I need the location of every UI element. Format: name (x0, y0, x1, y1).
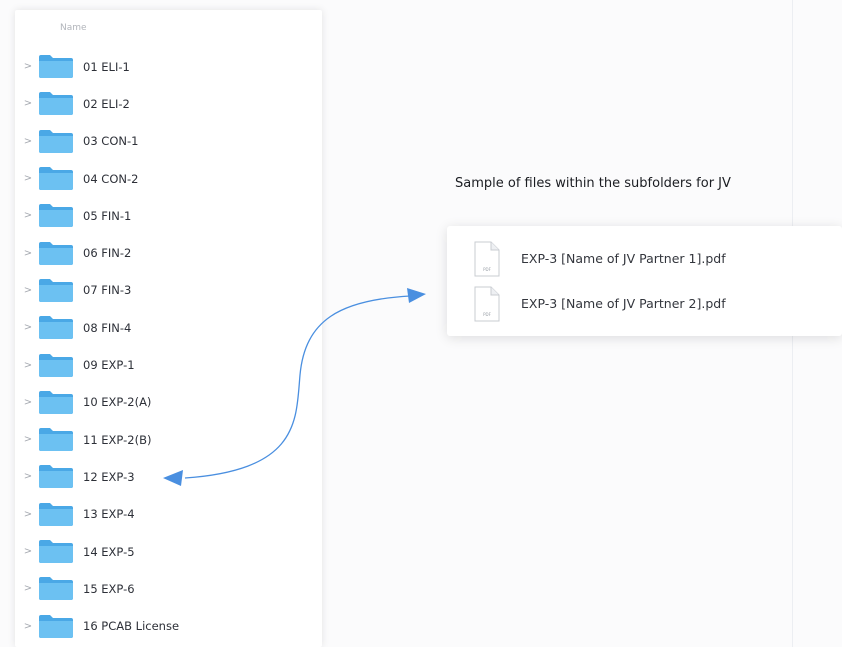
folder-row[interactable]: > 06 FIN-2 (15, 234, 322, 271)
file-name: EXP-3 [Name of JV Partner 2].pdf (521, 296, 726, 311)
folder-row[interactable]: > 15 EXP-6 (15, 570, 322, 607)
pdf-icon-text: PDF (483, 312, 491, 317)
folder-name: 01 ELI-1 (83, 59, 130, 74)
folder-row[interactable]: > 05 FIN-1 (15, 197, 322, 234)
chevron-right-icon[interactable]: > (18, 621, 38, 632)
sample-files-title: Sample of files within the subfolders fo… (455, 176, 731, 191)
chevron-right-icon[interactable]: > (18, 173, 38, 184)
folder-name: 11 EXP-2(B) (83, 432, 152, 447)
chevron-right-icon[interactable]: > (18, 509, 38, 520)
folder-row[interactable]: > 09 EXP-1 (15, 346, 322, 383)
folder-icon (38, 166, 74, 191)
folder-icon (38, 203, 74, 228)
file-name: EXP-3 [Name of JV Partner 1].pdf (521, 251, 726, 266)
folder-icon (38, 315, 74, 340)
chevron-right-icon[interactable]: > (18, 471, 38, 482)
folder-row[interactable]: > 13 EXP-4 (15, 496, 322, 533)
folder-row[interactable]: > 07 FIN-3 (15, 272, 322, 309)
folder-name: 12 EXP-3 (83, 469, 135, 484)
folder-row[interactable]: > 14 EXP-5 (15, 533, 322, 570)
folder-name: 02 ELI-2 (83, 96, 130, 111)
folder-name: 16 PCAB License (83, 619, 180, 634)
folder-icon (38, 464, 74, 489)
name-column-header[interactable]: Name (60, 23, 87, 33)
folder-icon (38, 427, 74, 452)
folder-name: 15 EXP-6 (83, 581, 135, 596)
file-list: PDF EXP-3 [Name of JV Partner 1].pdf PDF… (447, 236, 842, 326)
chevron-right-icon[interactable]: > (18, 322, 38, 333)
finder-list-panel: Name > 01 ELI-1 > 02 ELI-2 > 03 CON-1 > … (15, 10, 322, 647)
folder-name: 04 CON-2 (83, 171, 139, 186)
folder-name: 05 FIN-1 (83, 208, 132, 223)
folder-icon (38, 390, 74, 415)
folder-icon (38, 576, 74, 601)
chevron-right-icon[interactable]: > (18, 360, 38, 371)
folder-row[interactable]: > 03 CON-1 (15, 123, 322, 160)
folder-name: 06 FIN-2 (83, 246, 132, 261)
sample-files-panel: PDF EXP-3 [Name of JV Partner 1].pdf PDF… (447, 226, 842, 336)
folder-icon (38, 129, 74, 154)
folder-name: 13 EXP-4 (83, 507, 135, 522)
folder-name: 14 EXP-5 (83, 544, 135, 559)
folder-name: 07 FIN-3 (83, 283, 132, 298)
folder-icon (38, 502, 74, 527)
pdf-document-icon: PDF (469, 285, 503, 323)
folder-icon (38, 353, 74, 378)
chevron-right-icon[interactable]: > (18, 397, 38, 408)
folder-row[interactable]: > 11 EXP-2(B) (15, 421, 322, 458)
chevron-right-icon[interactable]: > (18, 546, 38, 557)
chevron-right-icon[interactable]: > (18, 61, 38, 72)
folder-icon (38, 241, 74, 266)
folder-icon (38, 614, 74, 639)
chevron-right-icon[interactable]: > (18, 210, 38, 221)
chevron-right-icon[interactable]: > (18, 285, 38, 296)
pdf-icon-text: PDF (483, 267, 491, 272)
folder-row[interactable]: > 02 ELI-2 (15, 85, 322, 122)
folder-icon (38, 54, 74, 79)
chevron-right-icon[interactable]: > (18, 248, 38, 259)
folder-name: 08 FIN-4 (83, 320, 132, 335)
chevron-right-icon[interactable]: > (18, 583, 38, 594)
chevron-right-icon[interactable]: > (18, 434, 38, 445)
folder-row[interactable]: > 01 ELI-1 (15, 48, 322, 85)
chevron-right-icon[interactable]: > (18, 136, 38, 147)
folder-icon (38, 278, 74, 303)
folder-row[interactable]: > 08 FIN-4 (15, 309, 322, 346)
folder-row[interactable]: > 10 EXP-2(A) (15, 384, 322, 421)
folder-list: > 01 ELI-1 > 02 ELI-2 > 03 CON-1 > 04 CO… (15, 48, 322, 645)
file-row[interactable]: PDF EXP-3 [Name of JV Partner 2].pdf (447, 281, 842, 326)
folder-row[interactable]: > 04 CON-2 (15, 160, 322, 197)
folder-row[interactable]: > 16 PCAB License (15, 607, 322, 644)
folder-name: 03 CON-1 (83, 134, 139, 149)
file-row[interactable]: PDF EXP-3 [Name of JV Partner 1].pdf (447, 236, 842, 281)
folder-icon (38, 91, 74, 116)
pdf-document-icon: PDF (469, 240, 503, 278)
folder-name: 10 EXP-2(A) (83, 395, 152, 410)
chevron-right-icon[interactable]: > (18, 98, 38, 109)
folder-icon (38, 539, 74, 564)
folder-row-exp-3[interactable]: > 12 EXP-3 (15, 458, 322, 495)
folder-name: 09 EXP-1 (83, 358, 135, 373)
